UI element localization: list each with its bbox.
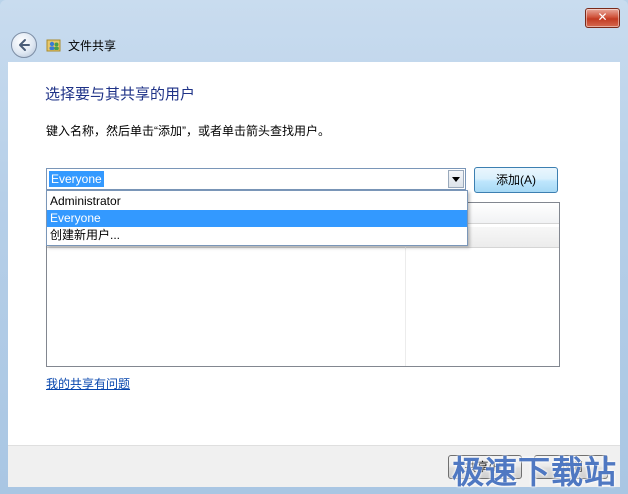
column-divider [405, 247, 406, 366]
chevron-down-icon [452, 177, 460, 182]
user-dropdown-list[interactable]: Administrator Everyone 创建新用户... [46, 190, 468, 246]
dropdown-option-everyone[interactable]: Everyone [47, 210, 467, 227]
watermark-text: 极速下载站 [452, 453, 618, 491]
content-panel: 选择要与其共享的用户 键入名称，然后单击“添加”，或者单击箭头查找用户。 Eve… [8, 62, 620, 445]
back-button[interactable] [11, 32, 37, 58]
close-button[interactable]: ✕ [585, 8, 620, 28]
combobox-value: Everyone [49, 171, 104, 187]
dropdown-option-administrator[interactable]: Administrator [47, 193, 467, 210]
back-arrow-icon [19, 39, 30, 51]
add-button[interactable]: 添加(A) [474, 167, 558, 193]
window-title: 文件共享 [68, 39, 117, 53]
page-heading: 选择要与其共享的用户 [45, 86, 196, 103]
window-frame: ✕ 文件共享 选择要与其共享的用户 键入名称，然后单击“添加”，或者单击箭头查找… [0, 0, 628, 494]
dropdown-option-create-new-user[interactable]: 创建新用户... [47, 227, 467, 244]
file-share-users-icon [46, 39, 61, 52]
combobox-dropdown-button[interactable] [448, 170, 464, 188]
user-name-combobox[interactable]: Everyone [46, 168, 466, 190]
sharing-help-link[interactable]: 我的共享有问题 [46, 375, 130, 392]
instruction-text: 键入名称，然后单击“添加”，或者单击箭头查找用户。 [46, 124, 330, 138]
